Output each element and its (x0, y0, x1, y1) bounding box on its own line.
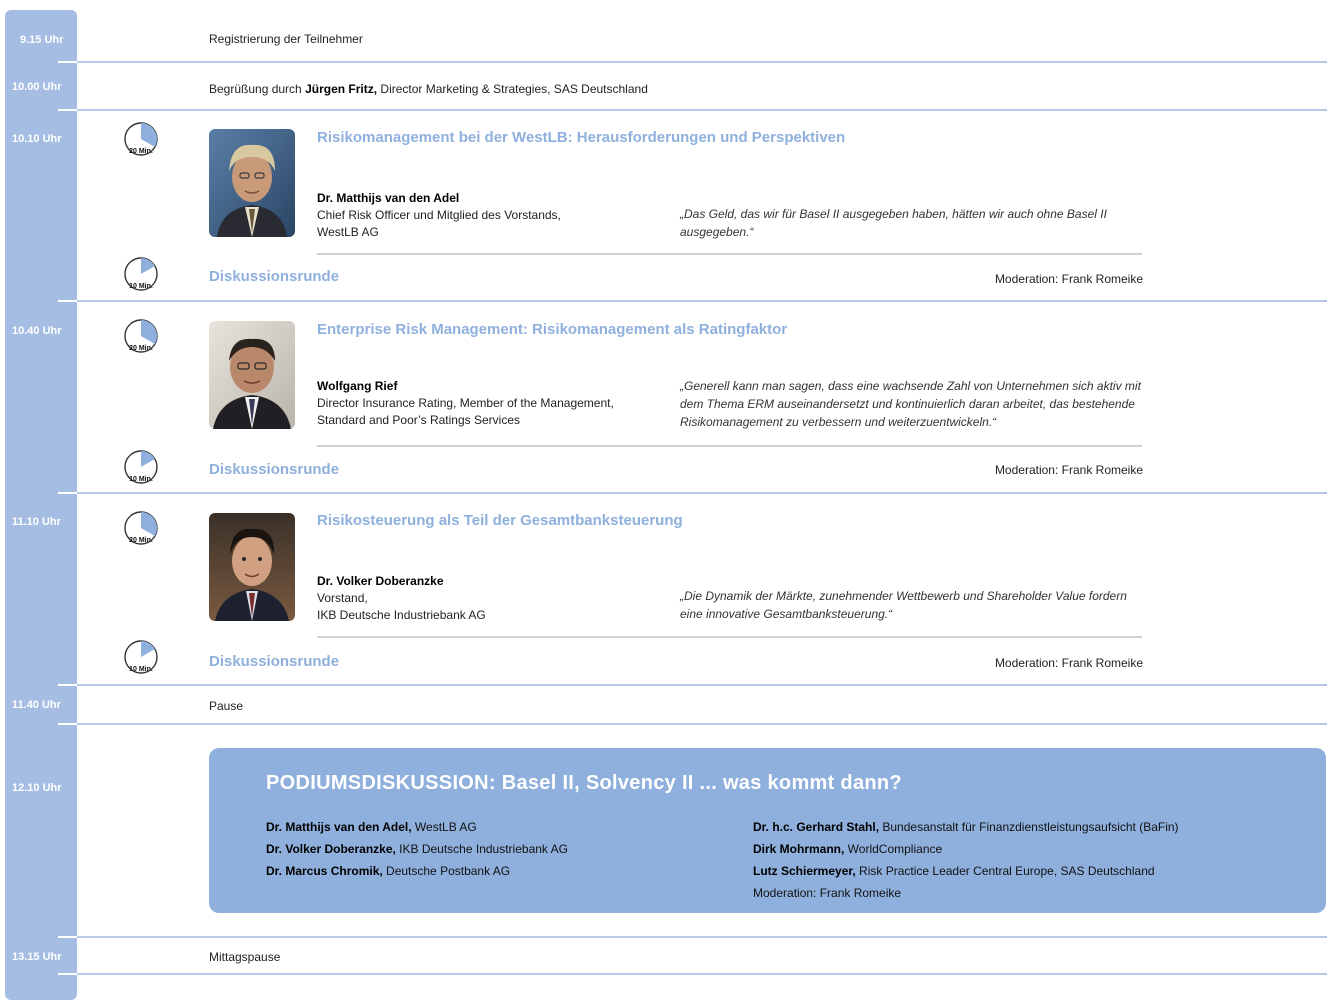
timeline-tick (58, 109, 77, 111)
divider (77, 492, 1327, 494)
talk-title: Risikosteuerung als Teil der Gesamtbanks… (317, 512, 683, 529)
participant: Dr. Volker Doberanzke, IKB Deutsche Indu… (266, 838, 568, 860)
podium-participants-left: Dr. Matthijs van den Adel, WestLB AG Dr.… (266, 816, 568, 882)
moderation-text: Moderation: Frank Romeike (994, 463, 1143, 477)
speaker-company: Standard and Poor’s Ratings Services (317, 413, 521, 427)
participant-org: IKB Deutsche Industriebank AG (395, 842, 568, 856)
speaker-info: Dr. Volker Doberanzke Vorstand, IKB Deut… (317, 573, 657, 624)
participant-org: Deutsche Postbank AG (382, 864, 511, 878)
participant: Dr. Marcus Chromik, Deutsche Postbank AG (266, 860, 568, 882)
divider (77, 936, 1327, 938)
divider (77, 61, 1327, 63)
time-label: 9.15 Uhr (20, 34, 64, 46)
speaker-info: Dr. Matthijs van den Adel Chief Risk Off… (317, 190, 657, 241)
talk-title: Risikomanagement bei der WestLB: Herausf… (317, 129, 846, 146)
timeline-tick (58, 492, 77, 494)
speaker-photo (209, 129, 295, 237)
separator (317, 445, 1142, 447)
time-label: 10.40 Uhr (12, 325, 62, 337)
pause-text: Pause (209, 699, 244, 713)
speaker-role: Vorstand, (317, 591, 368, 605)
clock-label: 10 Min. (129, 666, 153, 673)
time-label: 11.40 Uhr (12, 699, 61, 711)
speaker-company: IKB Deutsche Industriebank AG (317, 608, 486, 622)
welcome-text: Begrüßung durch Jürgen Fritz, Director M… (209, 82, 648, 96)
timer-20-min-icon: 20 Min. (124, 122, 158, 156)
clock-label: 10 Min. (129, 283, 153, 290)
speaker-quote: „Das Geld, das wir für Basel II ausgegeb… (680, 207, 1107, 239)
time-label: 13.15 Uhr (12, 951, 62, 963)
timeline-tick (58, 973, 77, 975)
speaker-role: Director Insurance Rating, Member of the… (317, 396, 614, 410)
timeline-tick (58, 723, 77, 725)
timeline-sidebar (5, 10, 77, 1000)
clock-label: 20 Min. (129, 537, 153, 544)
speaker-name: Dr. Matthijs van den Adel (317, 191, 460, 205)
speaker-info: Wolfgang Rief Director Insurance Rating,… (317, 378, 657, 429)
speaker-company: WestLB AG (317, 225, 379, 239)
lunch-text: Mittagspause (209, 950, 281, 964)
separator (317, 253, 1142, 255)
speaker-name: Wolfgang Rief (317, 379, 398, 393)
talk-title: Enterprise Risk Management: Risikomanage… (317, 321, 788, 338)
timeline-tick (58, 684, 77, 686)
speaker-quote: „Generell kann man sagen, dass eine wach… (680, 379, 1141, 429)
participant-org: Risk Practice Leader Central Europe, SAS… (855, 864, 1155, 878)
speaker-photo (209, 513, 295, 621)
participant: Dr. Matthijs van den Adel, WestLB AG (266, 816, 568, 838)
timeline-tick (58, 936, 77, 938)
separator (317, 636, 1142, 638)
participant: Lutz Schiermeyer, Risk Practice Leader C… (753, 860, 1179, 882)
welcome-speaker-name: Jürgen Fritz, (305, 82, 378, 96)
participant-name: Lutz Schiermeyer, (753, 864, 856, 878)
discussion-label: Diskussionsrunde (209, 653, 340, 670)
speaker-name: Dr. Volker Doberanzke (317, 574, 444, 588)
timeline-tick (58, 300, 77, 302)
participant-name: Dr. Volker Doberanzke, (266, 842, 396, 856)
podium-participants-right: Dr. h.c. Gerhard Stahl, Bundesanstalt fü… (753, 816, 1179, 904)
timeline-tick (58, 61, 77, 63)
divider (77, 723, 1327, 725)
participant-org: Bundesanstalt für Finanzdienstleistungsa… (879, 820, 1179, 834)
podium-title: PODIUMSDISKUSSION: Basel II, Solvency II… (266, 772, 902, 794)
timer-20-min-icon: 20 Min. (124, 511, 158, 545)
participant: Dirk Mohrmann, WorldCompliance (753, 838, 1179, 860)
participant-name: Dr. Marcus Chromik, (266, 864, 383, 878)
time-label: 10.10 Uhr (12, 133, 62, 145)
divider (77, 973, 1327, 975)
timer-10-min-icon: 10 Min. (124, 257, 158, 291)
participant-name: Dr. Matthijs van den Adel, (266, 820, 412, 834)
time-label: 12.10 Uhr (12, 782, 62, 794)
timer-10-min-icon: 10 Min. (124, 640, 158, 674)
discussion-label: Diskussionsrunde (209, 268, 340, 285)
clock-label: 10 Min. (129, 476, 153, 483)
divider (77, 684, 1327, 686)
time-label: 11.10 Uhr (12, 516, 61, 528)
divider (77, 300, 1327, 302)
divider (77, 109, 1327, 111)
participant-org: WestLB AG (411, 820, 477, 834)
speaker-quote: „Die Dynamik der Märkte, zunehmender Wet… (680, 589, 1127, 621)
welcome-suffix: Director Marketing & Strategies, SAS Deu… (377, 82, 648, 96)
podium-moderation: Moderation: Frank Romeike (753, 886, 902, 900)
discussion-label: Diskussionsrunde (209, 461, 340, 478)
participant-name: Dirk Mohrmann, (753, 842, 845, 856)
speaker-photo (209, 321, 295, 429)
participant: Dr. h.c. Gerhard Stahl, Bundesanstalt fü… (753, 816, 1179, 838)
participant-name: Dr. h.c. Gerhard Stahl, (753, 820, 880, 834)
time-label: 10.00 Uhr (12, 81, 62, 93)
clock-label: 20 Min. (129, 148, 153, 155)
timer-10-min-icon: 10 Min. (124, 450, 158, 484)
registration-text: Registrierung der Teilnehmer (209, 32, 363, 46)
moderation-text: Moderation: Frank Romeike (994, 656, 1143, 670)
welcome-prefix: Begrüßung durch (209, 82, 306, 96)
moderation-text: Moderation: Frank Romeike (994, 272, 1143, 286)
clock-label: 20 Min. (129, 345, 153, 352)
speaker-role: Chief Risk Officer und Mitglied des Vors… (317, 208, 561, 222)
podium-discussion-box: PODIUMSDISKUSSION: Basel II, Solvency II… (209, 748, 1326, 913)
timer-20-min-icon: 20 Min. (124, 319, 158, 353)
participant-org: WorldCompliance (844, 842, 943, 856)
